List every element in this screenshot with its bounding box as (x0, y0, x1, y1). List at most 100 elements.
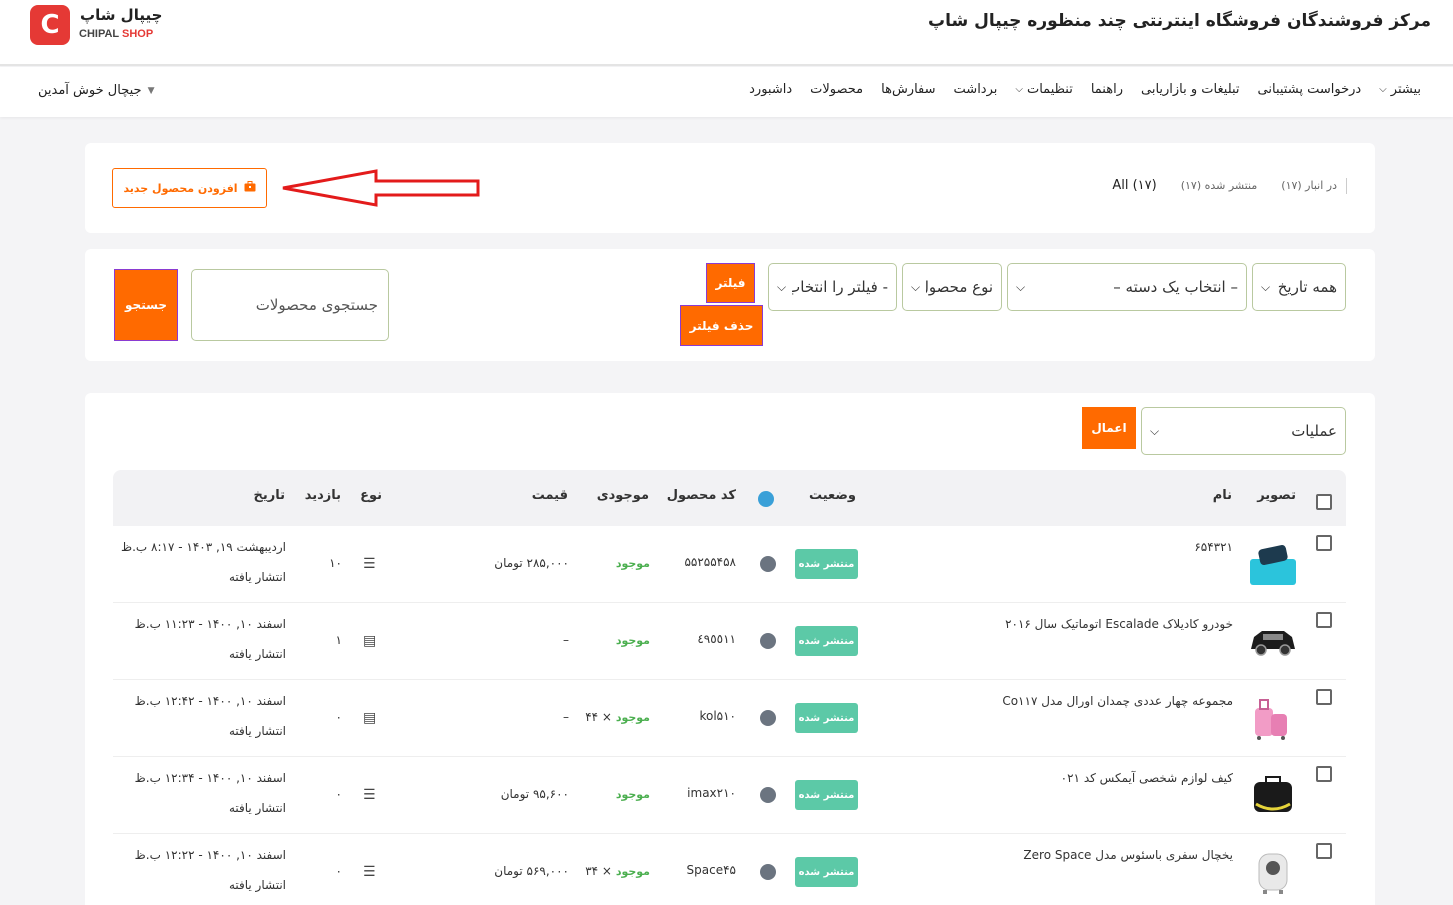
publish-date: اسفند ۱۰, ۱۴۰۰ - ۱۲:۲۲ ب.ظ (134, 848, 286, 862)
stock-status: موجود (615, 557, 650, 570)
nav-item-label: محصولات (810, 82, 864, 97)
col-price[interactable]: قیمت (532, 488, 568, 503)
row-checkbox[interactable] (1316, 843, 1332, 859)
chevron-down-icon: ⌵ (1016, 279, 1026, 294)
nav-item-label: راهنما (1090, 82, 1123, 97)
globe-icon (760, 710, 776, 726)
product-thumbnail[interactable] (1248, 848, 1298, 898)
products-table-card: عملیات ⌵ اعمال تصویر نام وضعیت کد محصول … (85, 393, 1375, 905)
date-select-value: همه تاریخ (1277, 278, 1337, 296)
search-button[interactable]: جستجو (114, 269, 178, 341)
publish-status: انتشار یافته (228, 724, 286, 738)
date-select[interactable]: همه تاریخ ⌵ (1252, 263, 1346, 311)
filter-button[interactable]: فیلتر (706, 263, 755, 303)
product-name-link[interactable]: ۶۵۴۳۲۱ (1194, 540, 1233, 554)
product-price: ۹۵,۶۰۰ تومان (500, 787, 569, 801)
book-icon: ▤ (363, 710, 377, 726)
product-sku: ٤٩٥٥١١ (697, 632, 736, 646)
product-name-link[interactable]: مجموعه چهار عددی چمدان اورال مدل Co۱۱۷ (1002, 694, 1233, 708)
tab-published[interactable]: منتشر شده (۱۷) (1181, 179, 1258, 192)
tab-divider (1346, 178, 1347, 194)
nav-item-label: تبلیغات و بازاریابی (1140, 82, 1240, 97)
row-checkbox[interactable] (1316, 689, 1332, 705)
product-thumbnail[interactable] (1248, 617, 1298, 667)
book-icon: ▤ (363, 633, 377, 649)
product-thumbnail[interactable] (1248, 540, 1298, 590)
main-nav: داشبورد محصولات سفارش‌ها برداشت تنظیمات ⌵… (0, 67, 1453, 117)
row-checkbox[interactable] (1316, 766, 1332, 782)
views-count: ۰ (335, 710, 342, 724)
publish-status: انتشار یافته (228, 570, 286, 584)
product-name-link[interactable]: خودرو کادیلاک Escalade اتوماتیک سال ۲۰۱۶ (1005, 617, 1233, 631)
product-name-link[interactable]: یخچال سفری باسئوس مدل Zero Space (1023, 848, 1233, 862)
product-sku: Space۴۵ (686, 863, 736, 877)
views-count: ۰ (335, 864, 342, 878)
category-select[interactable]: – انتخاب یک دسته – ⌵ (1007, 263, 1247, 311)
nav-item-help[interactable]: راهنما (1091, 82, 1123, 97)
globe-icon (758, 491, 774, 507)
globe-icon (760, 633, 776, 649)
nav-item-marketing[interactable]: تبلیغات و بازاریابی (1141, 82, 1240, 97)
tab-in-stock[interactable]: در انبار (۱۷) (1281, 179, 1337, 192)
globe-icon (760, 556, 776, 572)
nav-item-more[interactable]: بیشتر ⌵ (1379, 82, 1421, 97)
briefcase-icon (244, 181, 256, 195)
table-row: خودرو کادیلاک Escalade اتوماتیک سال ۲۰۱۶… (113, 603, 1346, 680)
search-input[interactable]: جستجوی محصولات (191, 269, 389, 341)
product-price: ۲۸۵,۰۰۰ تومان (494, 556, 569, 570)
stock-status: موجود (615, 865, 650, 878)
select-all-checkbox[interactable] (1316, 494, 1332, 510)
nav-item-withdraw[interactable]: برداشت (954, 82, 998, 97)
bulk-action-value: عملیات (1291, 422, 1337, 440)
row-checkbox[interactable] (1316, 612, 1332, 628)
nav-item-dashboard[interactable]: داشبورد (749, 82, 792, 97)
add-product-button[interactable]: افزودن محصول جدید (112, 168, 267, 208)
product-thumbnail[interactable] (1248, 694, 1298, 744)
nav-item-support[interactable]: درخواست پشتیبانی (1258, 82, 1362, 97)
publish-status: انتشار یافته (228, 801, 286, 815)
col-date[interactable]: تاریخ (254, 488, 286, 503)
views-count: ۱ (335, 633, 342, 647)
user-menu[interactable]: جیچال خوش آمدین ▼ (38, 83, 154, 98)
col-sku[interactable]: کد محصول (667, 488, 736, 503)
table-row: یخچال سفری باسئوس مدل Zero Space منتشر ش… (113, 834, 1346, 905)
nav-item-products[interactable]: محصولات (810, 82, 863, 97)
status-tabs: All (۱۷) منتشر شده (۱۷) در انبار (۱۷) (1112, 178, 1347, 194)
col-views[interactable]: بازدید (305, 488, 341, 503)
list-icon: ☰ (363, 787, 376, 803)
nav-item-settings[interactable]: تنظیمات ⌵ (1015, 82, 1072, 97)
publish-status: انتشار یافته (228, 647, 286, 661)
status-badge: منتشر شده (795, 703, 858, 733)
product-type-select[interactable]: نوع محصول ⌵ (902, 263, 1002, 311)
col-image: تصویر (1257, 488, 1296, 503)
product-thumbnail[interactable] (1248, 771, 1298, 821)
logo-text-fa: چیپال شاپ (80, 6, 163, 24)
logo-icon[interactable]: C (30, 5, 70, 45)
filter-by-select[interactable]: - فیلتر را انتخاب کنید ⌵ (768, 263, 897, 311)
annotation-arrow-icon (282, 169, 480, 207)
remove-filter-button[interactable]: حذف فیلتر (680, 305, 763, 346)
chevron-down-icon: ⌵ (1379, 84, 1387, 95)
apply-button[interactable]: اعمال (1082, 407, 1136, 449)
status-badge: منتشر شده (795, 549, 858, 579)
stock-status: موجود (615, 711, 650, 724)
logo-text-en-b: SHOP (122, 28, 154, 40)
row-checkbox[interactable] (1316, 535, 1332, 551)
publish-date: اردیبهشت ۱۹, ۱۴۰۳ - ۸:۱۷ ب.ظ (121, 540, 286, 554)
list-icon: ☰ (363, 556, 376, 572)
stock-status: موجود (615, 634, 650, 647)
stock-quantity: × ۳۴ (585, 864, 612, 878)
publish-date: اسفند ۱۰, ۱۴۰۰ - ۱۲:۴۲ ب.ظ (134, 694, 286, 708)
page-title: مرکز فروشندگان فروشگاه اینترنتی چند منظو… (928, 11, 1431, 31)
product-sku: imax۲۱۰ (687, 786, 736, 800)
product-sku: ۵۵۲۵۵۴۵۸ (684, 555, 736, 569)
col-status[interactable]: وضعیت (809, 488, 856, 503)
views-count: ۰ (335, 787, 342, 801)
product-name-link[interactable]: کیف لوازم شخصی آیمکس کد ۰۲۱ (1061, 771, 1233, 785)
bulk-action-select[interactable]: عملیات ⌵ (1141, 407, 1346, 455)
tab-all[interactable]: All (۱۷) (1112, 178, 1156, 193)
list-icon: ☰ (363, 864, 376, 880)
col-stock[interactable]: موجودی (597, 488, 649, 503)
stock-cell: موجود (616, 556, 650, 570)
nav-item-orders[interactable]: سفارش‌ها (881, 82, 935, 97)
